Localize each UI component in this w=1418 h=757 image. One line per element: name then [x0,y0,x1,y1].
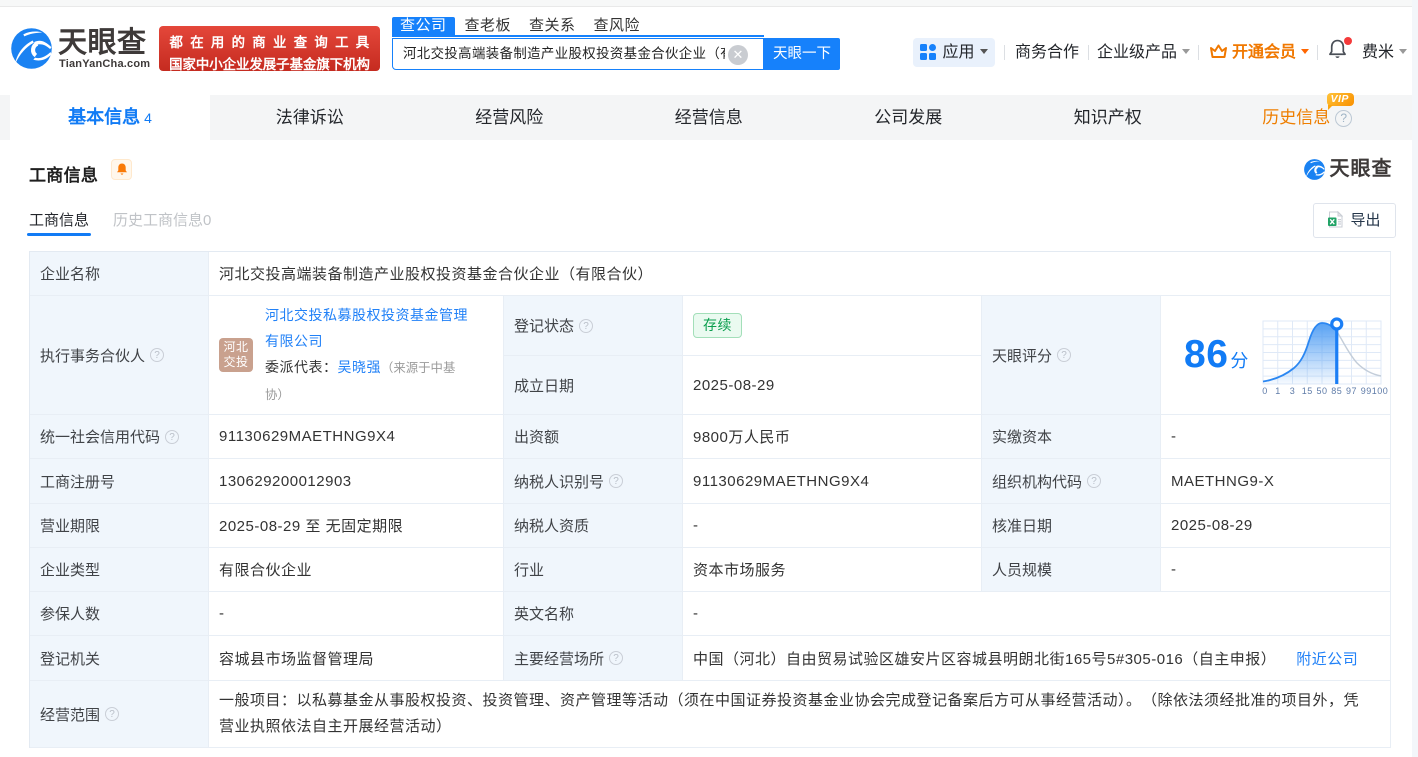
svg-text:99: 99 [1361,386,1372,396]
svg-text:50: 50 [1316,386,1327,396]
svg-text:3: 3 [1290,386,1296,396]
svg-text:15: 15 [1302,386,1313,396]
svg-text:1: 1 [1275,386,1281,396]
svg-text:85: 85 [1331,386,1342,396]
svg-text:100: 100 [1372,386,1388,396]
svg-text:97: 97 [1346,386,1357,396]
svg-text:0: 0 [1262,386,1268,396]
